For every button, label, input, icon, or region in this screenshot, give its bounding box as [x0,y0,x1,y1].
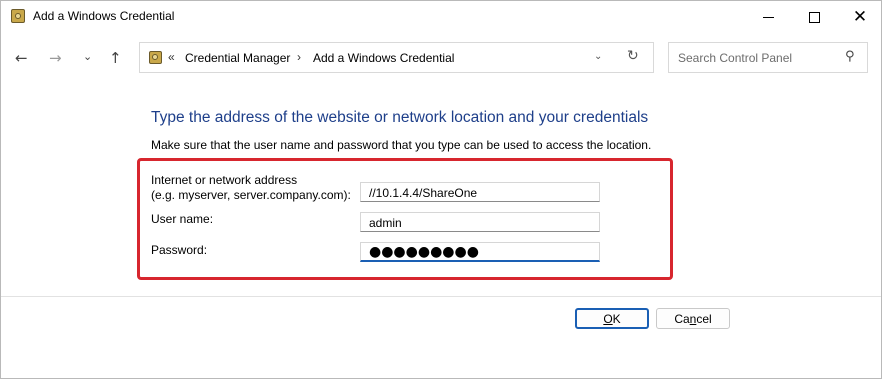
search-icon[interactable]: ⚲ [845,49,855,64]
footer-divider [1,296,881,297]
search-input[interactable]: Search Control Panel [678,51,792,65]
ok-button[interactable]: OK [575,308,649,329]
credential-window: Add a Windows Credential ✕ ← → ⌄ ↑ « Cre… [0,0,882,379]
cancel-label-post: cel [696,311,712,326]
breadcrumb-credential-manager[interactable]: Credential Manager [185,51,290,65]
cancel-mnemonic: n [689,311,697,326]
address-label: Internet or network address (e.g. myserv… [151,173,351,203]
address-label-line1: Internet or network address [151,173,298,187]
address-dropdown-icon[interactable]: ⌄ [594,51,602,62]
breadcrumb-overflow[interactable]: « [168,50,175,64]
page-instructions: Make sure that the user name and passwor… [151,138,652,152]
control-panel-icon [149,51,162,64]
minimize-button[interactable] [745,1,791,33]
up-arrow-icon[interactable]: ↑ [109,49,122,67]
cancel-label-pre: Ca [674,311,690,326]
address-label-line2: (e.g. myserver, server.company.com): [151,188,351,202]
search-box[interactable]: Search Control Panel ⚲ [668,42,868,73]
recent-locations-chevron-icon[interactable]: ⌄ [83,50,92,63]
refresh-icon[interactable]: ↻ [627,48,639,64]
username-label: User name: [151,212,214,226]
forward-arrow-icon[interactable]: → [49,49,62,67]
password-field[interactable]: ●●●●●●●●● [360,242,600,262]
minimize-icon [762,16,774,18]
password-label: Password: [151,243,208,257]
title-bar[interactable]: Add a Windows Credential ✕ [1,1,881,33]
back-arrow-icon[interactable]: ← [15,49,28,67]
close-button[interactable]: ✕ [837,1,882,33]
cancel-button[interactable]: Ca n cel [656,308,730,329]
credential-manager-icon [11,9,25,23]
maximize-icon [808,11,820,23]
ok-mnemonic: O [603,311,613,326]
close-icon: ✕ [852,6,868,27]
window-title: Add a Windows Credential [33,9,175,23]
address-field[interactable]: //10.1.4.4/ShareOne [360,182,600,202]
password-mask: ●●●●●●●●● [369,244,479,260]
page-heading: Type the address of the website or netwo… [151,109,649,126]
ok-label-rest: K [612,311,621,326]
maximize-button[interactable] [791,1,837,33]
breadcrumb-separator-icon[interactable]: › [297,50,301,64]
navigation-bar: ← → ⌄ ↑ « Credential Manager › Add a Win… [1,41,881,77]
address-bar[interactable]: « Credential Manager › Add a Windows Cre… [139,42,654,73]
breadcrumb-add-credential[interactable]: Add a Windows Credential [313,51,454,65]
username-field[interactable]: admin [360,212,600,232]
